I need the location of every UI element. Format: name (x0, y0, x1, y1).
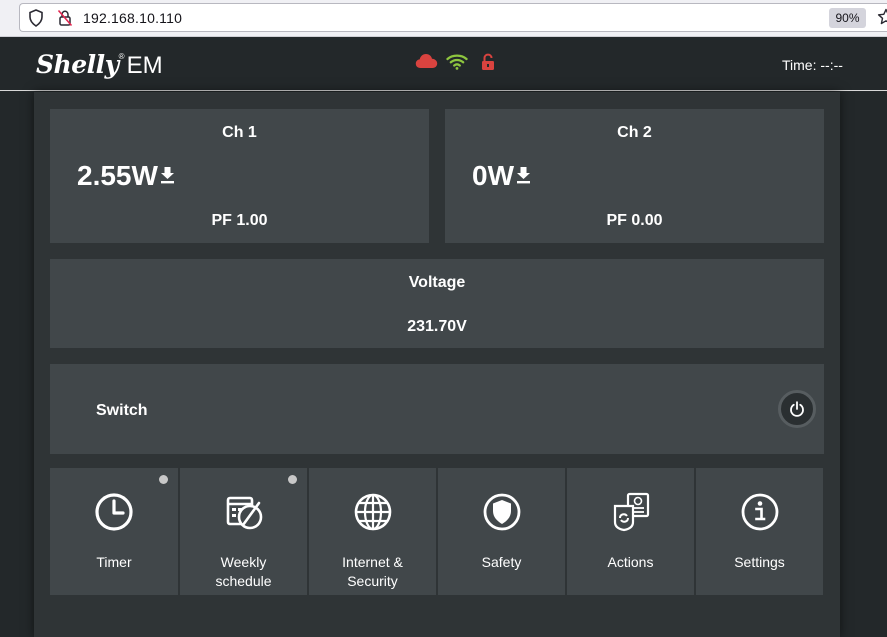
time-display: Time: --:-- (782, 57, 843, 73)
wifi-icon (446, 54, 468, 70)
channel-2-power-value: 0W (472, 160, 514, 191)
safety-label: Safety (481, 554, 522, 570)
channel-2-pf: PF 0.00 (606, 212, 663, 229)
timer-label: Timer (96, 554, 132, 570)
safety-tile[interactable]: Safety (438, 468, 565, 595)
app-header: Shelly®EM Time: --:-- (0, 38, 887, 91)
settings-tile[interactable]: Settings (696, 468, 823, 595)
download-arrow-icon (517, 166, 530, 184)
channel-2-card[interactable]: Ch 2 0W PF 0.00 (445, 109, 824, 243)
channel-1-pf: PF 1.00 (211, 212, 268, 229)
switch-label: Switch (96, 402, 148, 419)
unlocked-lock-icon (482, 53, 494, 70)
tracking-shield-icon[interactable] (28, 9, 44, 27)
channel-1-title: Ch 1 (222, 124, 257, 141)
switch-card: Switch (50, 364, 824, 454)
address-bar[interactable]: 192.168.10.110 90% (19, 3, 887, 32)
power-icon (790, 401, 804, 417)
weekly-schedule-label: Weekly schedule (215, 554, 272, 589)
cloud-icon (415, 54, 438, 68)
internet-security-tile[interactable]: Internet & Security (309, 468, 436, 595)
zoom-level-badge[interactable]: 90% (829, 8, 866, 28)
logo-model: EM (126, 52, 163, 79)
channel-1-card[interactable]: Ch 1 2.55W PF 1.00 (50, 109, 429, 243)
clock-icon (95, 493, 133, 531)
voltage-title: Voltage (408, 274, 466, 291)
browser-toolbar: 192.168.10.110 90% (0, 0, 887, 37)
channel-1-power: 2.55W (77, 160, 175, 192)
logo-brand: Shelly (36, 50, 119, 79)
voltage-value: 231.70V (407, 318, 467, 335)
settings-label: Settings (734, 554, 785, 570)
channel-2-title: Ch 2 (617, 124, 652, 141)
channel-2-power: 0W (472, 160, 531, 192)
shelly-logo: Shelly®EM (36, 50, 163, 79)
internet-security-label: Internet & Security (342, 554, 403, 589)
voltage-card: Voltage 231.70V (50, 259, 824, 348)
timer-tile[interactable]: Timer (50, 468, 178, 595)
channel-1-power-value: 2.55W (77, 160, 158, 191)
globe-icon (354, 493, 391, 531)
shield-icon (483, 493, 520, 531)
download-arrow-icon (160, 166, 174, 184)
status-dot (159, 475, 168, 484)
bookmark-star-icon[interactable] (877, 8, 887, 26)
power-toggle-button[interactable] (778, 390, 816, 428)
info-icon (741, 493, 778, 531)
weekly-schedule-tile[interactable]: Weekly schedule (180, 468, 307, 595)
url-text: 192.168.10.110 (83, 10, 183, 26)
actions-icon (613, 492, 649, 532)
actions-tile[interactable]: Actions (567, 468, 694, 595)
actions-label: Actions (607, 554, 654, 570)
schedule-icon (226, 496, 262, 530)
status-dot (288, 475, 297, 484)
insecure-lock-icon[interactable] (57, 9, 73, 27)
